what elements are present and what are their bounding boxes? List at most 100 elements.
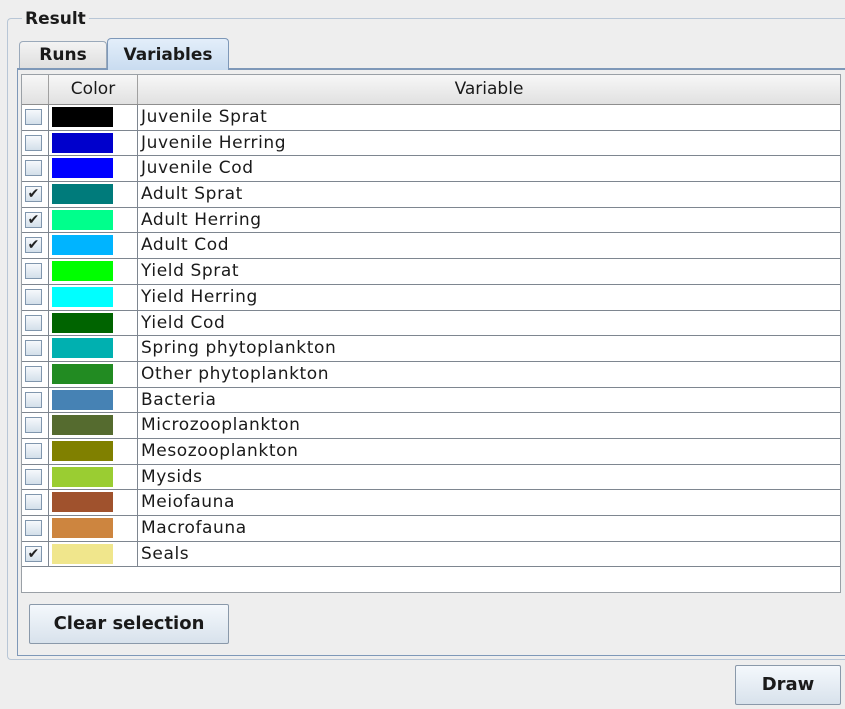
select-cell [22, 336, 49, 361]
variable-name: Spring phytoplankton [141, 338, 337, 359]
color-cell [49, 464, 138, 490]
table-row[interactable]: Mesozooplankton [22, 438, 840, 465]
row-checkbox[interactable] [25, 494, 42, 511]
row-checkbox[interactable] [25, 314, 42, 331]
variable-name: Juvenile Sprat [141, 107, 268, 127]
color-swatch[interactable] [52, 363, 113, 384]
row-checkbox[interactable] [25, 340, 42, 357]
row-checkbox[interactable] [25, 442, 42, 459]
row-checkbox[interactable]: ✔ [25, 186, 42, 203]
table-row[interactable]: Yield Sprat [22, 259, 840, 285]
select-cell [22, 284, 49, 310]
color-swatch[interactable] [52, 389, 113, 410]
color-swatch[interactable] [52, 107, 113, 127]
color-cell [49, 130, 138, 156]
checkmark-icon: ✔ [27, 186, 40, 203]
color-cell [49, 105, 138, 130]
variable-name: Yield Sprat [141, 261, 240, 282]
table-row[interactable]: Other phytoplankton [22, 361, 840, 388]
table-row[interactable]: ✔ Adult Herring [22, 207, 840, 234]
color-cell [49, 516, 138, 541]
table-row[interactable]: Juvenile Sprat [22, 105, 840, 131]
color-swatch[interactable] [52, 543, 113, 564]
color-swatch[interactable] [52, 492, 113, 513]
variable-name: Bacteria [141, 389, 217, 410]
variable-name: Seals [141, 543, 190, 564]
color-swatch[interactable] [52, 158, 113, 179]
tab-runs[interactable]: Runs [19, 41, 107, 69]
row-checkbox[interactable]: ✔ [25, 545, 42, 562]
color-cell [49, 310, 138, 336]
color-swatch[interactable] [52, 440, 113, 461]
clear-selection-button[interactable]: Clear selection [29, 604, 229, 644]
color-swatch[interactable] [52, 209, 113, 230]
checkmark-icon: ✔ [27, 545, 40, 562]
row-checkbox[interactable] [25, 520, 42, 536]
color-cell [49, 284, 138, 310]
result-group-title: Result [22, 9, 89, 29]
color-swatch[interactable] [52, 518, 113, 538]
row-checkbox[interactable] [25, 417, 42, 434]
color-cell [49, 361, 138, 387]
select-cell: ✔ [22, 207, 49, 233]
color-cell [49, 207, 138, 233]
table-row[interactable]: Juvenile Cod [22, 156, 840, 183]
table-row[interactable]: Microzooplankton [22, 413, 840, 439]
select-cell: ✔ [22, 182, 49, 207]
row-checkbox[interactable] [25, 134, 42, 151]
color-cell [49, 387, 138, 413]
color-swatch[interactable] [52, 338, 113, 359]
select-cell [22, 156, 49, 182]
row-checkbox[interactable] [25, 109, 42, 125]
row-checkbox[interactable] [25, 263, 42, 280]
color-swatch[interactable] [52, 132, 113, 153]
color-swatch[interactable] [52, 235, 113, 256]
color-cell [49, 182, 138, 207]
color-swatch[interactable] [52, 415, 113, 436]
table-row[interactable]: ✔ Adult Sprat [22, 182, 840, 208]
color-swatch[interactable] [52, 286, 113, 307]
table-row[interactable]: Yield Cod [22, 310, 840, 337]
table-row[interactable]: Mysids [22, 464, 840, 491]
column-header-select[interactable] [22, 75, 49, 104]
select-cell [22, 259, 49, 284]
variable-name: Mesozooplankton [141, 440, 299, 461]
column-header-variable[interactable]: Variable [138, 75, 840, 104]
color-swatch[interactable] [52, 184, 113, 205]
select-cell: ✔ [22, 541, 49, 567]
table-row[interactable]: Macrofauna [22, 516, 840, 542]
table-row[interactable]: ✔ Adult Cod [22, 233, 840, 260]
color-swatch[interactable] [52, 312, 113, 333]
color-cell [49, 233, 138, 259]
table-row[interactable]: Meiofauna [22, 490, 840, 516]
variable-name: Meiofauna [141, 492, 236, 513]
table-row[interactable]: Yield Herring [22, 284, 840, 311]
variable-name: Adult Sprat [141, 184, 243, 205]
color-swatch[interactable] [52, 466, 113, 487]
row-checkbox[interactable] [25, 468, 42, 485]
color-swatch[interactable] [52, 261, 113, 282]
table-row[interactable]: Bacteria [22, 387, 840, 414]
row-checkbox[interactable] [25, 365, 42, 382]
row-checkbox[interactable] [25, 160, 42, 177]
variable-name: Adult Herring [141, 209, 262, 230]
select-cell [22, 438, 49, 464]
table-header: Color Variable [22, 75, 840, 105]
table-row[interactable]: ✔ Seals [22, 541, 840, 568]
draw-button[interactable]: Draw [735, 665, 841, 705]
row-checkbox[interactable]: ✔ [25, 237, 42, 254]
row-checkbox[interactable] [25, 288, 42, 305]
variable-name: Macrofauna [141, 518, 247, 538]
select-cell [22, 361, 49, 387]
row-checkbox[interactable] [25, 391, 42, 408]
select-cell [22, 464, 49, 490]
row-checkbox[interactable]: ✔ [25, 211, 42, 228]
variable-name: Other phytoplankton [141, 363, 330, 384]
variable-name: Yield Cod [141, 312, 226, 333]
table-row[interactable]: Spring phytoplankton [22, 336, 840, 362]
table-row[interactable]: Juvenile Herring [22, 130, 840, 157]
tab-variables[interactable]: Variables [107, 38, 229, 70]
column-header-color[interactable]: Color [49, 75, 138, 104]
variable-name: Adult Cod [141, 235, 230, 256]
checkmark-icon: ✔ [27, 211, 40, 228]
